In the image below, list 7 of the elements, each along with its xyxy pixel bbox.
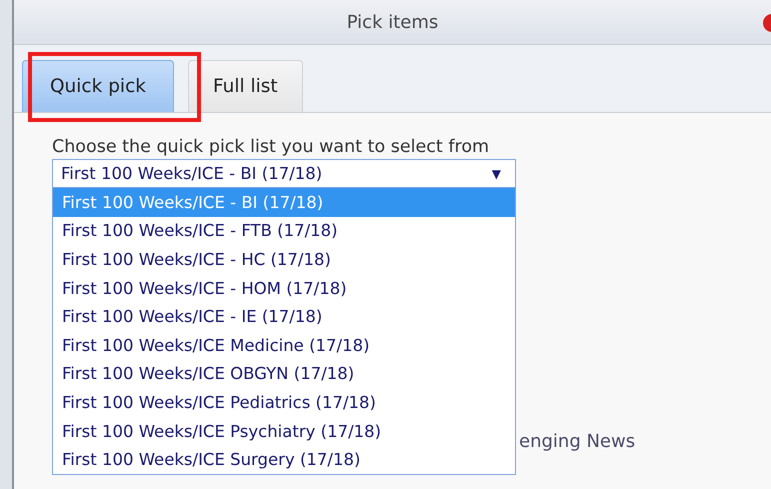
prompt-label: Choose the quick pick list you want to select from: [52, 136, 490, 159]
window-title: Pick items: [346, 12, 438, 32]
list-select[interactable]: First 100 Weeks/ICE - BI (17/18) ▼: [52, 159, 516, 188]
tab[interactable]: Full list: [188, 60, 303, 112]
item-label: enging News: [519, 431, 636, 452]
tab[interactable]: Quick pick: [22, 60, 174, 112]
dropdown-arrow: ▼: [492, 166, 501, 180]
